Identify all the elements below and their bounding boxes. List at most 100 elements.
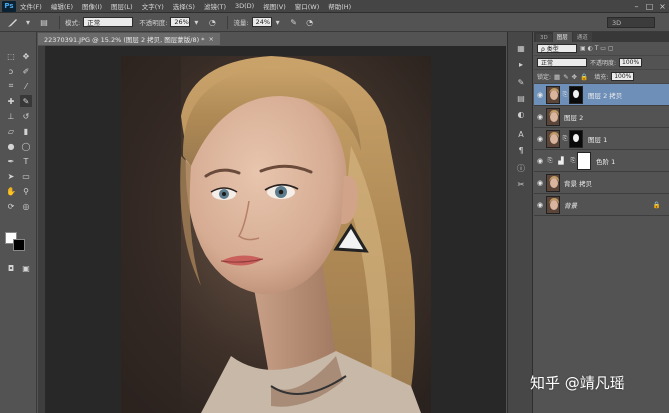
mode-select[interactable]: 正常 — [83, 17, 134, 27]
zoom-tool-icon[interactable]: ⚲ — [20, 185, 32, 197]
layer-row[interactable]: ◉ ⎘ 图层 1 — [534, 128, 669, 150]
blur-tool-icon[interactable]: ● — [5, 140, 17, 152]
menu-type[interactable]: 文字(Y) — [142, 1, 164, 11]
visibility-eye-icon[interactable]: ◉ — [534, 91, 546, 99]
layer-mask-thumbnail[interactable] — [577, 151, 591, 170]
screen-mode-icon[interactable]: ▣ — [20, 262, 32, 274]
swatches-panel-icon[interactable]: ▤ — [515, 92, 527, 104]
paragraph-panel-icon[interactable]: ¶ — [515, 144, 527, 156]
pressure-size-icon[interactable]: ◔ — [304, 16, 316, 28]
visibility-eye-icon[interactable]: ◉ — [534, 179, 546, 187]
close-window-button[interactable]: × — [656, 0, 669, 13]
background-color-swatch[interactable] — [13, 239, 25, 251]
layer-thumbnail[interactable] — [546, 107, 560, 126]
mask-link-icon[interactable]: ⎘ — [561, 135, 569, 143]
menu-image[interactable]: 图像(I) — [82, 1, 102, 11]
character-panel-icon[interactable]: A — [515, 128, 527, 140]
brush-preset-dropdown-icon[interactable]: ▾ — [22, 16, 34, 28]
maximize-button[interactable]: □ — [643, 0, 656, 13]
blend-mode-select[interactable]: 正常 — [537, 58, 587, 67]
layer-row[interactable]: ◉ 背景 🔒 — [534, 194, 669, 216]
visibility-eye-icon[interactable]: ◉ — [534, 201, 546, 209]
marquee-tool-icon[interactable]: ⬚ — [5, 50, 17, 62]
history-brush-tool-icon[interactable]: ↺ — [20, 110, 32, 122]
lock-pixels-icon[interactable]: ✎ — [563, 73, 568, 81]
layer-row[interactable]: ◉ ⎘ ▟ ⎘ 色阶 1 — [534, 150, 669, 172]
adjustments-panel-icon[interactable]: ◐ — [515, 108, 527, 120]
visibility-eye-icon[interactable]: ◉ — [534, 113, 546, 121]
menu-window[interactable]: 窗口(W) — [295, 1, 320, 11]
document-tab[interactable]: 22370391.JPG @ 15.2% (图层 2 拷贝, 图层蒙版/8) *… — [38, 33, 220, 45]
close-document-icon[interactable]: × — [209, 35, 214, 43]
menu-file[interactable]: 文件(F) — [20, 1, 42, 11]
eraser-tool-icon[interactable]: ▱ — [5, 125, 17, 137]
gradient-tool-icon[interactable]: ▮ — [20, 125, 32, 137]
tab-layers[interactable]: 图层 — [552, 32, 572, 42]
path-select-tool-icon[interactable]: ➤ — [5, 170, 17, 182]
healing-brush-tool-icon[interactable]: ✚ — [5, 95, 17, 107]
dodge-tool-icon[interactable]: ◯ — [20, 140, 32, 152]
layer-thumbnail[interactable] — [546, 129, 560, 148]
clone-stamp-tool-icon[interactable]: ⊥ — [5, 110, 17, 122]
tool-presets-icon[interactable]: ✂ — [515, 178, 527, 190]
menu-3d[interactable]: 3D(D) — [235, 2, 254, 10]
brush-tool-icon[interactable] — [6, 16, 18, 28]
layer-row[interactable]: ◉ 背景 拷贝 — [534, 172, 669, 194]
menu-help[interactable]: 帮助(H) — [328, 1, 351, 11]
quick-mask-icon[interactable]: ◘ — [5, 262, 17, 274]
layer-mask-thumbnail[interactable] — [569, 85, 583, 104]
tab-3d[interactable]: 3D — [536, 34, 552, 42]
actions-panel-icon[interactable]: ▸ — [515, 58, 527, 70]
menu-filter[interactable]: 滤镜(T) — [204, 1, 226, 11]
layer-row[interactable]: ◉ ⎘ 图层 2 拷贝 — [534, 84, 669, 106]
shape-tool-icon[interactable]: ▭ — [20, 170, 32, 182]
pressure-opacity-icon[interactable]: ◔ — [206, 16, 218, 28]
airbrush-icon[interactable]: ✎ — [288, 16, 300, 28]
visibility-eye-icon[interactable]: ◉ — [534, 157, 546, 165]
fill-input[interactable]: 100% — [611, 72, 635, 81]
layer-row[interactable]: ◉ 图层 2 — [534, 106, 669, 128]
menu-edit[interactable]: 编辑(E) — [51, 1, 73, 11]
filter-icons[interactable]: ▣ ◐ T ▭ ▢ — [580, 45, 614, 52]
type-tool-icon[interactable]: T — [20, 155, 32, 167]
layer-thumbnail[interactable] — [546, 173, 560, 192]
opacity-input[interactable]: 26% — [170, 17, 191, 27]
quick-select-tool-icon[interactable]: ✐ — [20, 65, 32, 77]
3d-camera-tool-icon[interactable]: ◎ — [20, 200, 32, 212]
lock-all-icon[interactable]: 🔒 — [580, 73, 588, 81]
flow-dropdown-icon[interactable]: ▾ — [272, 16, 284, 28]
brush-tool-icon[interactable]: ✎ — [20, 95, 32, 107]
minimize-button[interactable]: – — [630, 0, 643, 13]
hand-tool-icon[interactable]: ✋ — [5, 185, 17, 197]
layer-mask-thumbnail[interactable] — [569, 129, 583, 148]
menu-view[interactable]: 视图(V) — [263, 1, 286, 11]
move-tool-icon[interactable]: ✥ — [20, 50, 32, 62]
lasso-tool-icon[interactable]: ↄ — [5, 65, 17, 77]
flow-input[interactable]: 24% — [251, 17, 272, 27]
visibility-eye-icon[interactable]: ◉ — [534, 135, 546, 143]
pen-tool-icon[interactable]: ✒ — [5, 155, 17, 167]
layer-filter-select[interactable]: ρ 类型 — [537, 44, 577, 53]
crop-tool-icon[interactable]: ⌗ — [5, 80, 17, 92]
layer-opacity-input[interactable]: 100% — [619, 58, 643, 67]
mask-link-icon[interactable]: ⎘ — [569, 157, 577, 165]
lock-position-icon[interactable]: ✥ — [572, 73, 577, 81]
mask-link-icon[interactable]: ⎘ — [561, 91, 569, 99]
eyedropper-tool-icon[interactable]: ⁄ — [20, 80, 32, 92]
workspace-select[interactable]: 3D — [607, 17, 655, 28]
3d-rotate-tool-icon[interactable]: ⟳ — [5, 200, 17, 212]
brush-panel-icon[interactable]: ▤ — [38, 16, 50, 28]
tab-channels[interactable]: 通道 — [572, 32, 592, 42]
levels-adjustment-icon[interactable]: ▟ — [554, 152, 568, 170]
lock-transparent-icon[interactable]: ▦ — [554, 73, 560, 81]
menu-layer[interactable]: 图层(L) — [111, 1, 133, 11]
canvas-area[interactable] — [38, 46, 506, 413]
history-panel-icon[interactable]: ▦ — [515, 42, 527, 54]
layer-thumbnail[interactable] — [546, 85, 560, 104]
opacity-dropdown-icon[interactable]: ▾ — [190, 16, 202, 28]
menu-select[interactable]: 选择(S) — [173, 1, 195, 11]
brush-presets-icon[interactable]: ✎ — [515, 76, 527, 88]
layer-thumbnail[interactable] — [546, 195, 560, 214]
blend-row: 正常 不透明度: 100% — [534, 56, 669, 70]
info-panel-icon[interactable]: ⓘ — [515, 162, 527, 174]
